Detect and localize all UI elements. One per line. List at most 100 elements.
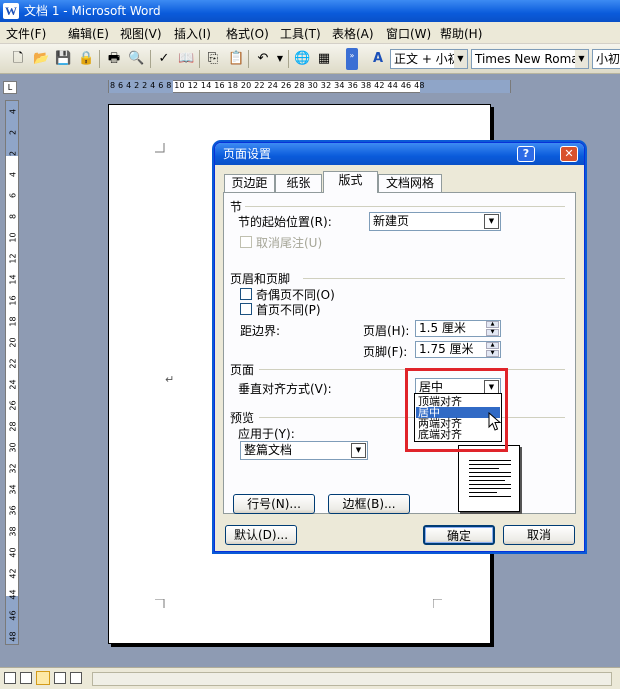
vertical-ruler-number: 44	[8, 589, 18, 600]
menu-view[interactable]: 视图(V)	[120, 25, 162, 42]
section-start-select[interactable]: 新建页 ▼	[369, 212, 501, 231]
save-icon[interactable]: 💾	[55, 51, 71, 67]
menu-insert[interactable]: 插入(I)	[174, 25, 211, 42]
vertical-ruler-number: 48	[8, 631, 18, 642]
style-combo-value: 正文 + 小初	[394, 52, 460, 66]
style-combo[interactable]: 正文 + 小初 ▼	[390, 49, 468, 69]
from-edge-label: 距边界:	[240, 324, 281, 338]
tab-margins[interactable]: 页边距	[224, 174, 275, 192]
menu-tools[interactable]: 工具(T)	[280, 25, 321, 42]
ruler-numbers: 8 6 4 2 2 4 6 8 10 12 14 16 18 20 22 24 …	[110, 81, 425, 90]
print-layout-icon[interactable]	[36, 671, 50, 685]
menu-bar: 文件(F) 编辑(E) 视图(V) 插入(I) 格式(O) 工具(T) 表格(A…	[0, 22, 620, 44]
vertical-ruler-number: 12	[8, 253, 18, 264]
borders-button[interactable]: 边框(B)...	[328, 494, 410, 514]
dialog-title: 页面设置	[223, 147, 272, 161]
outline-view-icon[interactable]	[54, 672, 66, 684]
vertical-ruler-number: 2	[8, 150, 18, 157]
normal-view-icon[interactable]	[4, 672, 16, 684]
menu-file[interactable]: 文件(F)	[6, 25, 46, 42]
menu-table[interactable]: 表格(A)	[332, 25, 374, 42]
vertical-ruler[interactable]: 4 2 2 4 6 8 10 12 14 16 18 20 22 24 26 28 30 32 34 36 38 40 42…	[5, 100, 19, 645]
section-start-value: 新建页	[373, 214, 410, 228]
horizontal-ruler[interactable]: 8 6 4 2 2 4 6 8 10 12 14 16 18 20 22 24 …	[20, 78, 620, 95]
footer-distance-label: 页脚(F):	[363, 345, 408, 359]
default-button[interactable]: 默认(D)...	[225, 525, 297, 545]
chevron-down-icon[interactable]: ▼	[575, 50, 588, 68]
suppress-endnotes-checkbox[interactable]	[240, 236, 252, 248]
margin-corner-bottom-left	[155, 599, 165, 608]
paragraph-mark: ↵	[165, 373, 175, 386]
close-button[interactable]: ✕	[560, 146, 578, 162]
web-view-icon[interactable]	[20, 672, 32, 684]
undo-dropdown-icon[interactable]: ▼	[272, 51, 288, 67]
vertical-ruler-number: 46	[8, 610, 18, 621]
tab-document-grid[interactable]: 文档网格	[378, 174, 442, 192]
copy-icon[interactable]: ⎘	[205, 51, 221, 67]
chevron-down-icon[interactable]: ▼	[351, 443, 366, 458]
styles-formatting-icon[interactable]: A	[370, 51, 386, 67]
spin-up-icon[interactable]: ▲	[486, 342, 499, 349]
vertical-ruler-number: 24	[8, 379, 18, 390]
tab-selector[interactable]: L	[3, 81, 17, 94]
font-size-combo[interactable]: 小初	[592, 49, 620, 69]
first-page-checkbox[interactable]	[240, 303, 252, 315]
margin-corner-top-left	[155, 143, 165, 153]
vertical-ruler-number: 14	[8, 274, 18, 285]
vertical-ruler-number: 42	[8, 568, 18, 579]
research-icon[interactable]: 📖	[178, 51, 194, 67]
footer-distance-spinner[interactable]: 1.75 厘米 ▲ ▼	[415, 341, 501, 358]
open-folder-icon[interactable]: 📂	[33, 51, 49, 67]
new-document-icon[interactable]: 🗋	[10, 51, 26, 67]
chevron-down-icon[interactable]: ▼	[454, 50, 467, 68]
vertical-ruler-number: 22	[8, 358, 18, 369]
cancel-button[interactable]: 取消	[503, 525, 575, 545]
vertical-ruler-number: 6	[8, 192, 18, 199]
paste-icon[interactable]: 📋	[228, 51, 244, 67]
footer-distance-value: 1.75 厘米	[419, 342, 474, 356]
table-icon[interactable]: ▦	[316, 51, 332, 67]
print-preview-icon[interactable]: 🔍	[128, 51, 144, 67]
apply-to-select[interactable]: 整篇文档 ▼	[240, 441, 368, 460]
vertical-ruler-number: 32	[8, 463, 18, 474]
window-titlebar[interactable]: W 文档 1 - Microsoft Word	[0, 0, 620, 22]
tab-layout[interactable]: 版式	[323, 171, 378, 193]
word-app-icon: W	[3, 3, 19, 19]
reading-layout-icon[interactable]	[70, 672, 82, 684]
vertical-ruler-number: 8	[8, 213, 18, 220]
apply-to-label: 应用于(Y):	[238, 427, 295, 441]
vertical-ruler-number: 28	[8, 421, 18, 432]
undo-icon[interactable]: ↶	[255, 51, 271, 67]
horizontal-scrollbar[interactable]	[92, 672, 612, 686]
spin-down-icon[interactable]: ▼	[486, 350, 499, 357]
tab-paper[interactable]: 纸张	[275, 174, 322, 192]
menu-edit[interactable]: 编辑(E)	[68, 25, 109, 42]
ok-button[interactable]: 确定	[423, 525, 495, 545]
spin-up-icon[interactable]: ▲	[486, 321, 499, 328]
print-icon[interactable]: 🖶	[106, 51, 122, 67]
standard-toolbar: 🗋 📂 💾 🔒 🖶 🔍 ✓ 📖 ⎘ 📋 ↶ ▼ 🌐 ▦ » A 正文 + 小初 …	[0, 44, 620, 74]
vertical-ruler-number: 4	[8, 108, 18, 115]
menu-help[interactable]: 帮助(H)	[440, 25, 482, 42]
page-heading: 页面	[230, 363, 255, 377]
toolbar-options-icon[interactable]: »	[346, 48, 358, 70]
spelling-icon[interactable]: ✓	[156, 51, 172, 67]
font-combo[interactable]: Times New Roman ▼	[471, 49, 589, 69]
menu-window[interactable]: 窗口(W)	[386, 25, 431, 42]
odd-even-checkbox[interactable]	[240, 288, 252, 300]
spin-down-icon[interactable]: ▼	[486, 329, 499, 336]
permission-icon[interactable]: 🔒	[78, 51, 94, 67]
window-title: 文档 1 - Microsoft Word	[24, 4, 161, 18]
header-distance-spinner[interactable]: 1.5 厘米 ▲ ▼	[415, 320, 501, 337]
preview-page	[458, 445, 520, 512]
vertical-ruler-number: 2	[8, 129, 18, 136]
header-distance-value: 1.5 厘米	[419, 321, 466, 335]
hyperlink-icon[interactable]: 🌐	[294, 51, 310, 67]
vertical-ruler-number: 36	[8, 505, 18, 516]
first-page-label: 首页不同(P)	[256, 303, 321, 317]
chevron-down-icon[interactable]: ▼	[484, 214, 499, 229]
line-numbers-button[interactable]: 行号(N)...	[233, 494, 315, 514]
menu-format[interactable]: 格式(O)	[226, 25, 269, 42]
help-button[interactable]: ?	[517, 146, 535, 162]
vertical-ruler-number: 4	[8, 171, 18, 178]
